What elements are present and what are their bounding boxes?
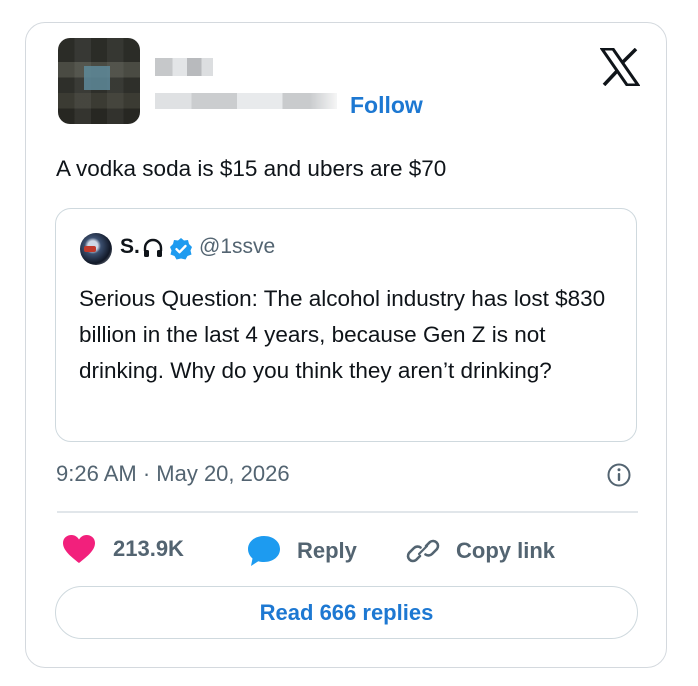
reply-button[interactable]: Reply (246, 534, 357, 568)
author-avatar[interactable] (58, 38, 140, 124)
reply-bubble-icon (248, 536, 280, 566)
redaction-fade (148, 36, 338, 128)
divider (57, 511, 638, 513)
verified-badge-icon (170, 238, 192, 260)
heart-icon (63, 535, 95, 563)
likes-count: 213.9K (113, 536, 184, 561)
tweet-timestamp[interactable]: 9:26 AM · May 20, 2026 (56, 461, 290, 487)
quoted-text: Serious Question: The alcohol industry h… (79, 286, 606, 383)
info-icon[interactable] (606, 462, 632, 488)
copy-link-label: Copy link (456, 538, 556, 563)
quoted-tweet[interactable]: S. @1ssve Serious Question: The alcohol … (55, 208, 637, 442)
quoted-handle[interactable]: @1ssve (199, 235, 275, 259)
quoted-avatar[interactable] (80, 233, 112, 265)
copy-link-button[interactable]: Copy link (405, 534, 555, 568)
tweet-text: A vodka soda is $15 and ubers are $70 (56, 156, 447, 181)
like-button[interactable]: 213.9K (62, 534, 184, 564)
link-icon (406, 539, 440, 563)
headphones-icon (143, 238, 163, 257)
quoted-author-name[interactable]: S. (120, 235, 140, 259)
read-replies-button[interactable]: Read 666 replies (55, 586, 638, 639)
reply-label: Reply (297, 538, 357, 563)
follow-button[interactable]: Follow (350, 92, 423, 119)
x-logo-icon[interactable] (600, 48, 640, 86)
